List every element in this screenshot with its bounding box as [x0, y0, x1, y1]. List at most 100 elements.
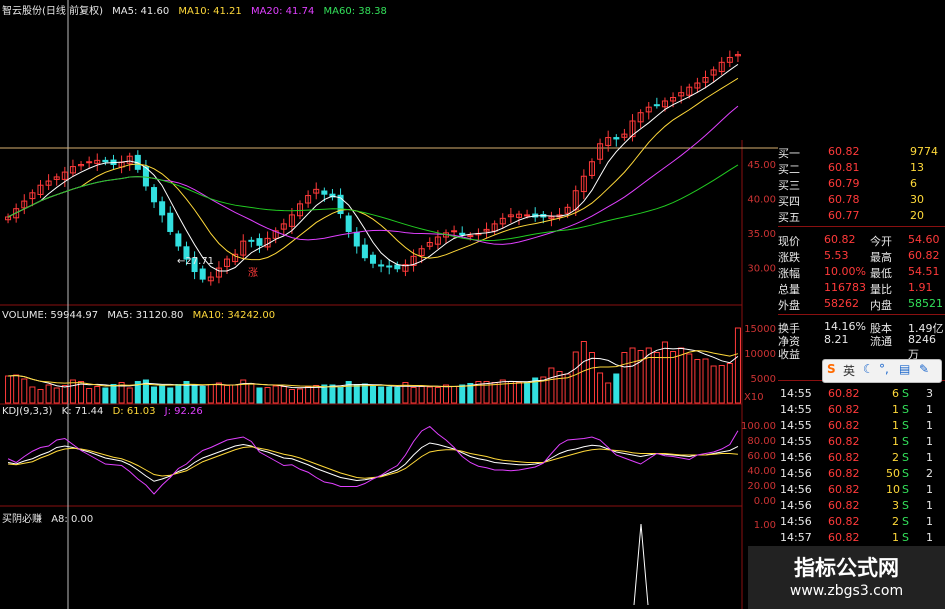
quote-divider — [778, 226, 945, 227]
tick-row[interactable]: 14:55 60.82 1 S 1 — [778, 435, 945, 450]
tick-time: 14:56 — [780, 515, 812, 528]
volume-bar — [369, 386, 377, 404]
ime-language-toggle[interactable]: 英 — [843, 362, 855, 379]
tick-row[interactable]: 14:57 60.82 1 S 1 — [778, 531, 945, 546]
bid-row[interactable]: 买三 60.79 6 — [778, 177, 945, 192]
tick-row[interactable]: 14:56 60.82 50 S 2 — [778, 467, 945, 482]
volume-tick-label: 15000 — [744, 324, 776, 335]
tick-price: 60.82 — [828, 403, 860, 416]
vol-ma5-label: MA5: 31120.80 — [107, 310, 184, 321]
volume-bar — [491, 382, 498, 404]
candle-body — [86, 161, 93, 164]
volume-bar — [167, 387, 174, 404]
volume-bar — [280, 386, 287, 404]
price-tick-label: 40.00 — [747, 194, 776, 205]
volume-bar — [29, 386, 36, 404]
tick-row[interactable]: 14:55 60.82 1 S 1 — [778, 403, 945, 418]
signal-tick-label: 1.00 — [754, 520, 776, 531]
ime-moon-icon[interactable]: ☾ — [863, 362, 874, 376]
tick-volume: 2 — [892, 451, 899, 464]
stat-value: 54.60 — [908, 233, 940, 246]
axis-labels: 45.00 40.00 35.00 30.00 15000 10000 5000 X10 100… — [741, 160, 776, 531]
tick-side: S — [902, 451, 909, 464]
stat-row[interactable]: 现价 60.82 今开 54.60 — [778, 233, 945, 248]
extra-value: 14.16% — [824, 320, 866, 333]
volume-bar — [661, 341, 668, 404]
tick-side: S — [902, 467, 909, 480]
tick-price: 60.82 — [828, 451, 860, 464]
tick-count: 3 — [926, 387, 933, 400]
volume-tick-label: 5000 — [751, 374, 776, 385]
ime-toolbar[interactable]: S 英 ☾ °, ▤ ✎ — [822, 359, 942, 383]
kdj-d-label: D: 61.03 — [112, 406, 156, 417]
volume-bar — [678, 347, 685, 404]
tick-row[interactable]: 14:55 60.82 6 S 3 — [778, 387, 945, 402]
ime-logo-icon[interactable]: S — [827, 362, 836, 376]
stat-row[interactable]: 涨跌 5.53 最高 60.82 — [778, 249, 945, 264]
tick-price: 60.82 — [828, 467, 860, 480]
tick-time: 14:56 — [780, 451, 812, 464]
candle-body — [524, 214, 531, 217]
volume-bar — [718, 365, 725, 404]
tick-time: 14:57 — [780, 531, 812, 544]
volume-bar — [13, 374, 20, 404]
bid-label: 买一 — [778, 147, 800, 160]
tick-volume: 3 — [892, 499, 899, 512]
limit-up-marker: 涨 — [248, 268, 258, 279]
volume-bar — [410, 387, 417, 404]
bid-volume: 9774 — [910, 145, 938, 158]
volume-bar — [45, 384, 52, 404]
bid-volume: 30 — [910, 193, 924, 206]
stat-value: 5.53 — [824, 249, 849, 262]
bid-label: 买四 — [778, 195, 800, 208]
stat-label: 外盘 — [778, 299, 800, 312]
candle-body — [467, 235, 474, 238]
volume-bar — [126, 387, 133, 404]
bid-label: 买三 — [778, 179, 800, 192]
bid-volume: 20 — [910, 209, 924, 222]
stat-row[interactable]: 外盘 58262 内盘 58521 — [778, 297, 945, 312]
tick-row[interactable]: 14:56 60.82 10 S 1 — [778, 483, 945, 498]
vol-ma5-line — [8, 347, 739, 389]
volume-bar — [175, 384, 182, 404]
watermark-url: www.zbgs3.com — [789, 583, 904, 599]
tick-time: 14:56 — [780, 467, 812, 480]
stat-value: 116783 — [824, 281, 866, 294]
ma60-line — [7, 164, 739, 242]
ma60-label: MA60: 38.38 — [323, 6, 387, 17]
ma20-label: MA20: 41.74 — [250, 6, 315, 17]
volume-bar — [734, 327, 741, 404]
volume-bar — [459, 384, 466, 404]
tick-side: S — [902, 531, 909, 544]
kdj-d-line — [8, 446, 738, 479]
candle-body — [653, 104, 660, 107]
tick-row[interactable]: 14:56 60.82 2 S 1 — [778, 451, 945, 466]
stat-row[interactable]: 总量 116783 量比 1.91 — [778, 281, 945, 296]
bid-price: 60.79 — [828, 177, 860, 190]
tick-time: 14:55 — [780, 419, 812, 432]
tick-row[interactable]: 14:56 60.82 3 S 1 — [778, 499, 945, 514]
bid-row[interactable]: 买一 60.82 9774 — [778, 145, 945, 160]
kdj-tick-label: 60.00 — [747, 451, 776, 462]
volume-bar — [151, 386, 158, 404]
volume-bar — [451, 386, 458, 404]
candle-body — [451, 230, 458, 233]
bid-row[interactable]: 买二 60.81 13 — [778, 161, 945, 176]
stat-value: 60.82 — [824, 233, 856, 246]
tick-row[interactable]: 14:56 60.82 2 S 1 — [778, 515, 945, 530]
ime-skin-icon[interactable]: ✎ — [919, 362, 929, 376]
ime-punct-icon[interactable]: °, — [879, 362, 889, 376]
tick-count: 1 — [926, 483, 933, 496]
tick-row[interactable]: 14:55 60.82 1 S 1 — [778, 419, 945, 434]
ime-settings-icon[interactable]: ▤ — [899, 362, 910, 376]
candle-body — [459, 232, 466, 236]
bid-row[interactable]: 买四 60.78 30 — [778, 193, 945, 208]
stat-row[interactable]: 涨幅 10.00% 最低 54.51 — [778, 265, 945, 280]
bid-row[interactable]: 买五 60.77 20 — [778, 209, 945, 224]
tick-side: S — [902, 515, 909, 528]
volume-bar — [597, 372, 604, 404]
kdj-tick-label: 80.00 — [747, 436, 776, 447]
volume-bar — [524, 382, 531, 404]
tick-count: 1 — [926, 515, 933, 528]
volume-bar — [94, 386, 101, 404]
